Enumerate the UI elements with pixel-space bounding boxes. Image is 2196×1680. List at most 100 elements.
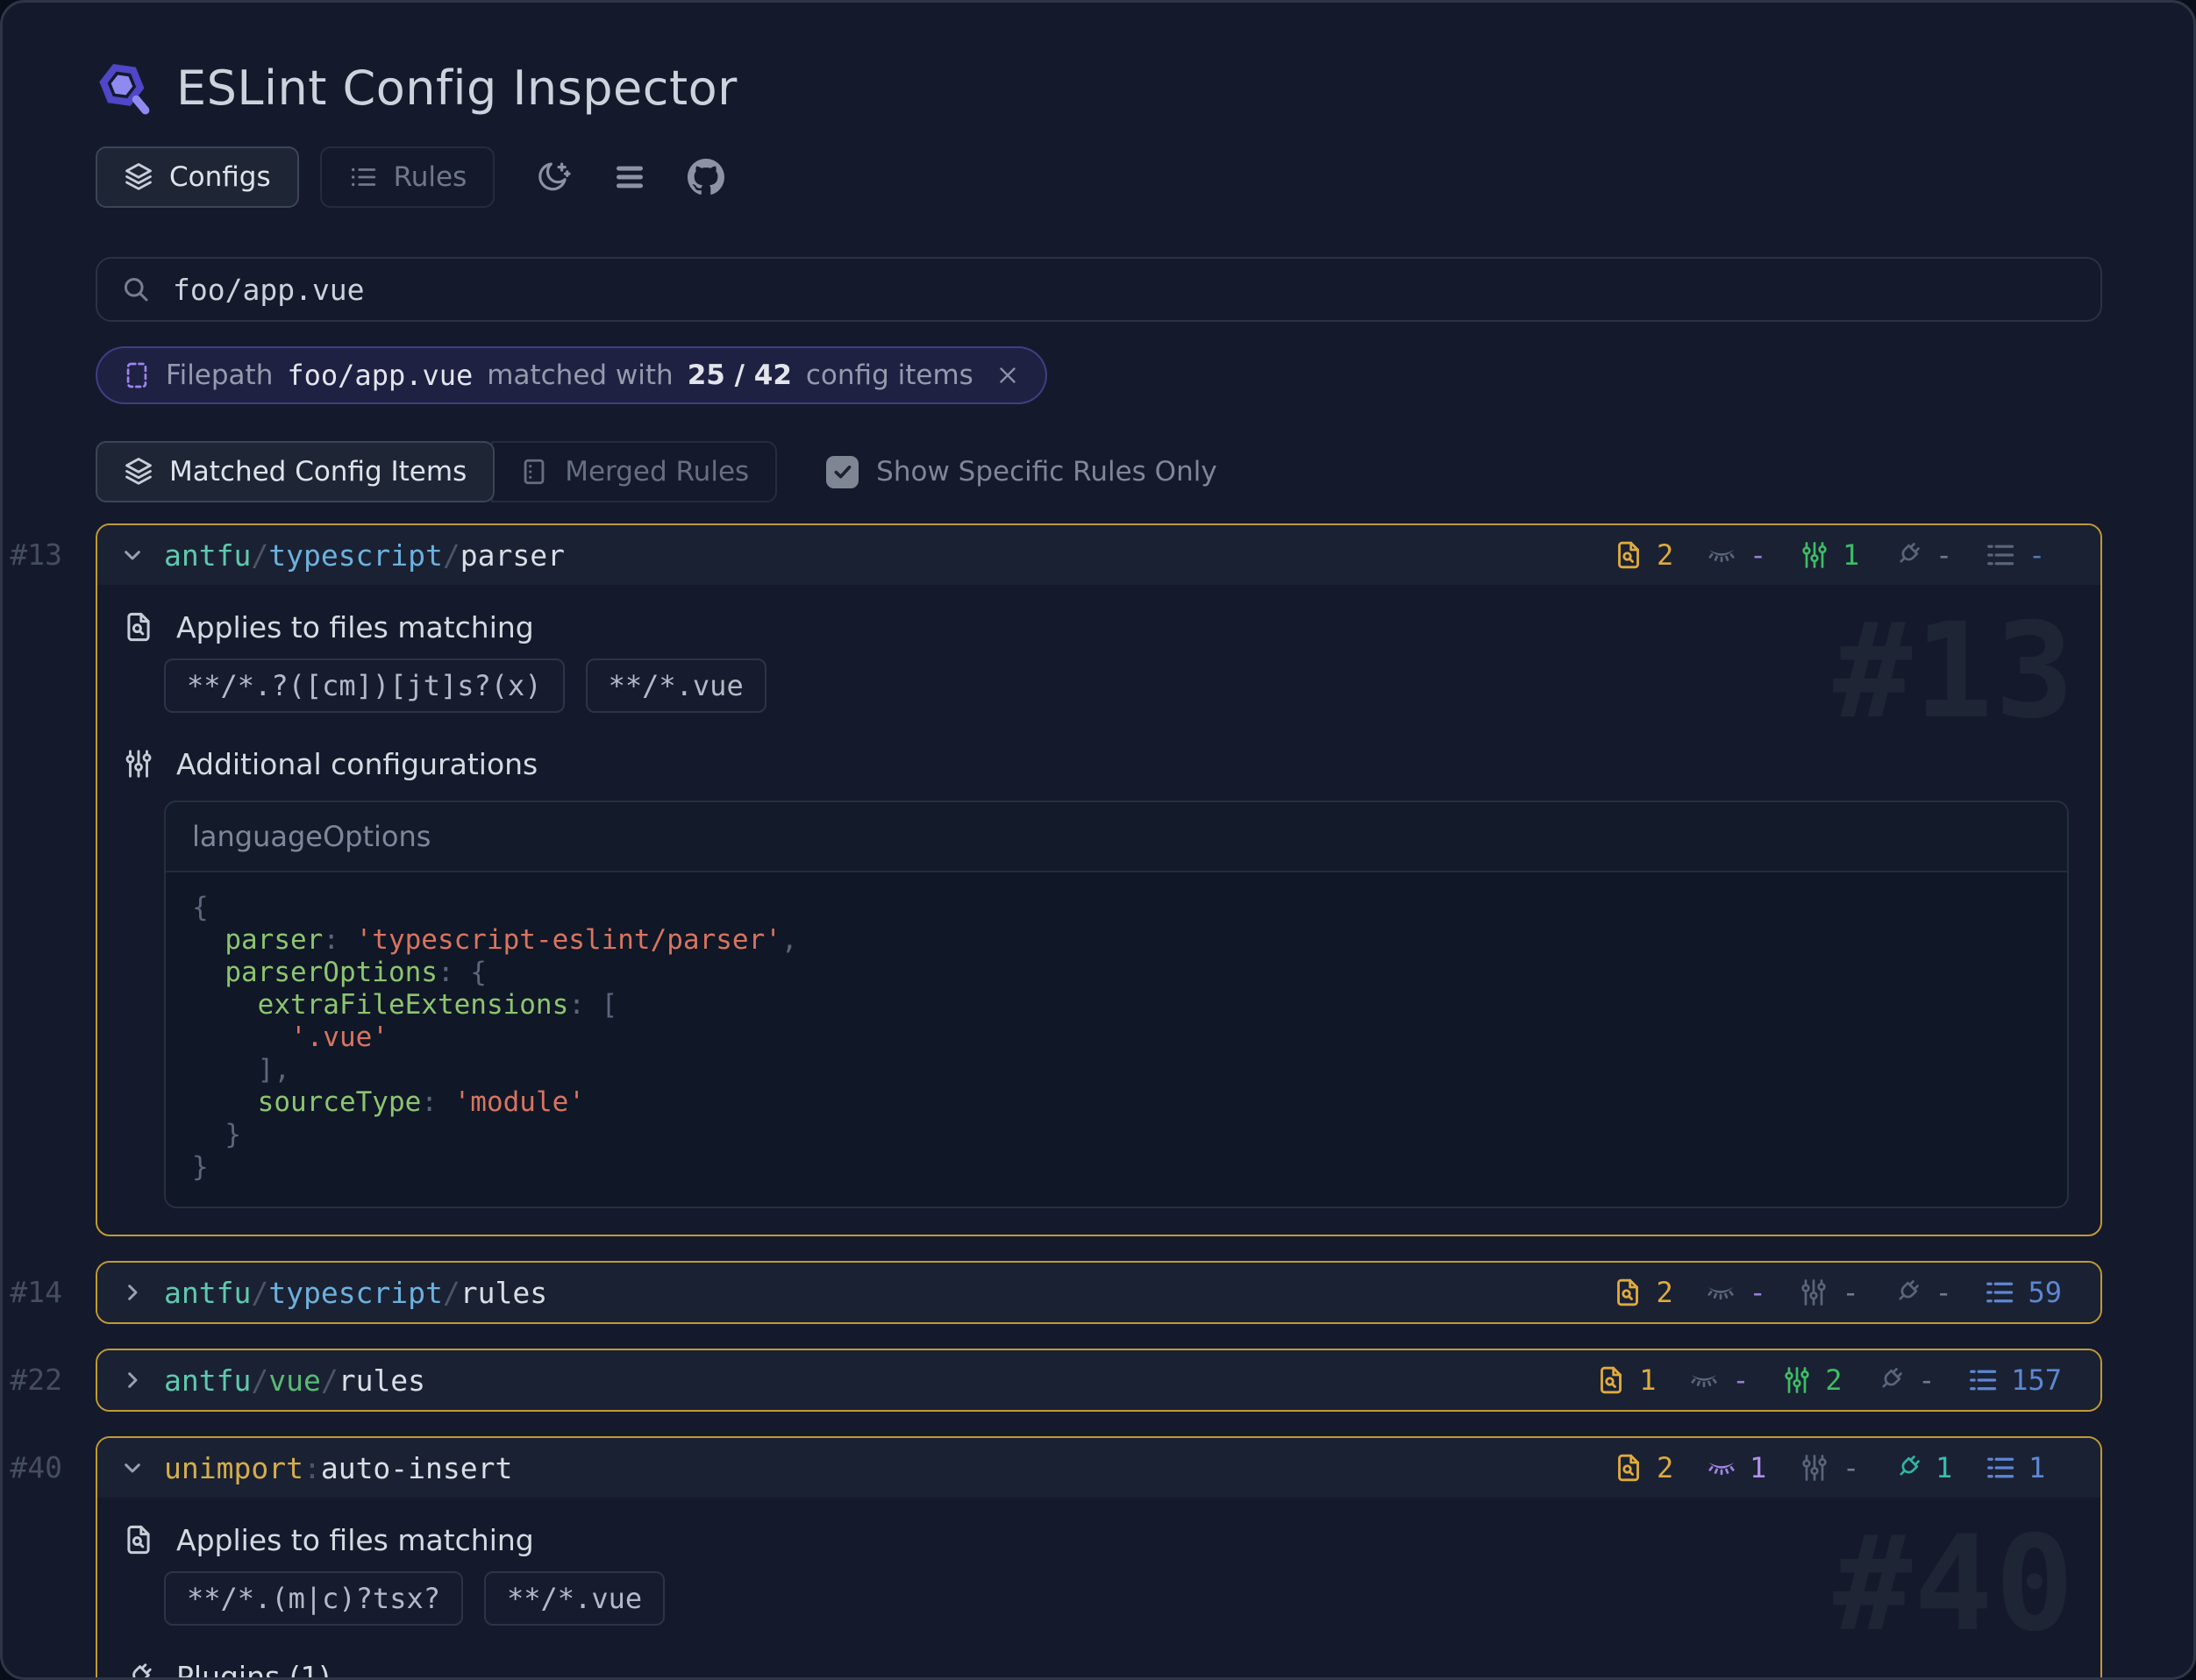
config-name-part: typescript (268, 1276, 443, 1310)
tab-configs-label: Configs (169, 161, 271, 193)
eye-closed-icon (1688, 1364, 1720, 1396)
chip-middle: matched with (487, 359, 673, 391)
code-line: } (192, 1119, 2041, 1151)
list-icon (1984, 1277, 2015, 1308)
show-specific-rules-checkbox[interactable]: Show Specific Rules Only (826, 456, 1217, 488)
chip-count: 25 / 42 (688, 359, 792, 391)
config-name-part: / (251, 1363, 268, 1398)
badge-value: - (1732, 1363, 1749, 1397)
sliders-icon (1799, 539, 1830, 571)
config-badges: 1-2-157 (1595, 1363, 2062, 1397)
glob-list: **/*.(m|c)?tsx?**/*.vue (164, 1571, 2069, 1626)
file-search-icon (122, 610, 155, 644)
glob-list: **/*.?([cm])[jt]s?(x)**/*.vue (164, 658, 2069, 713)
config-name-part: / (443, 1276, 460, 1310)
badge-value: - (1750, 538, 1766, 572)
panel-title: languageOptions (166, 802, 2067, 872)
language-options-panel: languageOptions { parser: 'typescript-es… (164, 801, 2069, 1208)
list-icon (1985, 539, 2016, 571)
config-badges: 2-1-- (1613, 538, 2062, 572)
config-name: unimport:auto-insert (164, 1451, 512, 1485)
config-name-part: unimport (164, 1451, 303, 1485)
badge: - (1798, 1276, 1891, 1309)
badge: 2 (1612, 1276, 1705, 1309)
menu-icon[interactable] (612, 160, 647, 195)
toggle-matched-config-items[interactable]: Matched Config Items (96, 441, 495, 502)
badge-value: 2 (1656, 1276, 1672, 1309)
plug-icon (1891, 1277, 1922, 1308)
code-line: sourceType: 'module' (192, 1086, 2041, 1119)
config-name-part: antfu (164, 538, 251, 573)
code-line: } (192, 1151, 2041, 1184)
config-name-part: auto-insert (321, 1451, 513, 1485)
search-icon (120, 274, 152, 305)
badge-value: 157 (2011, 1363, 2062, 1397)
tab-rules-label: Rules (394, 161, 467, 193)
tab-configs[interactable]: Configs (96, 146, 299, 208)
files-matching-label: Applies to files matching (122, 608, 2069, 646)
code-line: extraFileExtensions: [ (192, 989, 2041, 1022)
config-row-40: #40 unimport:auto-insert 21-11 #40 Appli… (96, 1436, 2102, 1680)
config-name-part: / (443, 538, 460, 573)
filepath-filter-chip[interactable]: Filepath foo/app.vue matched with 25 / 4… (96, 346, 1047, 404)
badge-value: - (1842, 1276, 1858, 1309)
config-index: #40 (10, 1450, 62, 1484)
toggle-merged-label: Merged Rules (565, 456, 749, 488)
config-name-part: / (251, 538, 268, 573)
close-icon[interactable] (995, 362, 1021, 388)
chevron-right-icon (118, 1366, 146, 1394)
list-icon (348, 162, 378, 192)
file-search-icon (1595, 1364, 1627, 1396)
merged-rules-icon (519, 457, 549, 487)
config-name: antfu/typescript/parser (164, 538, 565, 573)
plug-icon (1892, 539, 1923, 571)
config-row-14: #14 antfu/typescript/rules 2---59 (96, 1261, 2102, 1324)
badge: 1 (1595, 1363, 1688, 1397)
github-icon[interactable] (688, 159, 724, 196)
badge: - (1705, 1276, 1798, 1309)
code-line: ], (192, 1054, 2041, 1086)
config-card-header[interactable]: antfu/vue/rules 1-2-157 (97, 1350, 2100, 1410)
files-matching-label: Applies to files matching (122, 1520, 2069, 1559)
search-input[interactable] (171, 272, 2078, 308)
config-card-body: #40 Applies to files matching **/*.(m|c)… (97, 1498, 2100, 1680)
eye-closed-icon (1705, 1277, 1736, 1308)
badge-value: 1 (1936, 1451, 1952, 1484)
badge: 2 (1613, 538, 1706, 572)
eye-closed-icon (1706, 539, 1737, 571)
badge: 1 (1799, 538, 1892, 572)
code-line: parserOptions: { (192, 957, 2041, 989)
search-bar (96, 257, 2102, 322)
badge-value: - (2028, 538, 2045, 572)
badge-value: 1 (1843, 538, 1859, 572)
config-badges: 21-11 (1613, 1451, 2062, 1484)
check-icon (831, 460, 854, 483)
config-card-header[interactable]: unimport:auto-insert 21-11 (97, 1438, 2100, 1498)
badge: 59 (1984, 1276, 2062, 1309)
tab-rules[interactable]: Rules (320, 146, 496, 208)
glob-chip: **/*.?([cm])[jt]s?(x) (164, 658, 565, 713)
file-search-icon (122, 1523, 155, 1556)
config-row-13: #13 antfu/typescript/parser 2-1-- #13 Ap… (96, 523, 2102, 1236)
config-name-part: antfu (164, 1276, 251, 1310)
badge-value: 2 (1657, 538, 1673, 572)
badge-value: - (1918, 1363, 1935, 1397)
config-card: antfu/typescript/rules 2---59 (96, 1261, 2102, 1324)
config-card-header[interactable]: antfu/typescript/parser 2-1-- (97, 525, 2100, 585)
nav-icons (535, 159, 724, 196)
config-index: #22 (10, 1363, 62, 1397)
badge: 2 (1781, 1363, 1874, 1397)
config-index: #14 (10, 1275, 62, 1309)
moon-stars-icon[interactable] (535, 159, 572, 196)
sliders-icon (1798, 1277, 1829, 1308)
badge-value: - (1749, 1276, 1765, 1309)
toggle-merged-rules[interactable]: Merged Rules (491, 441, 777, 502)
app-header: ESLint Config Inspector (96, 59, 2102, 117)
list-icon (1967, 1364, 1999, 1396)
config-card-header[interactable]: antfu/typescript/rules 2---59 (97, 1263, 2100, 1322)
badge-value: - (1935, 1276, 1951, 1309)
code-block: { parser: 'typescript-eslint/parser', pa… (166, 872, 2067, 1207)
config-list: #13 antfu/typescript/parser 2-1-- #13 Ap… (96, 523, 2102, 1680)
badge: - (1799, 1451, 1892, 1484)
code-line: { (192, 892, 2041, 924)
